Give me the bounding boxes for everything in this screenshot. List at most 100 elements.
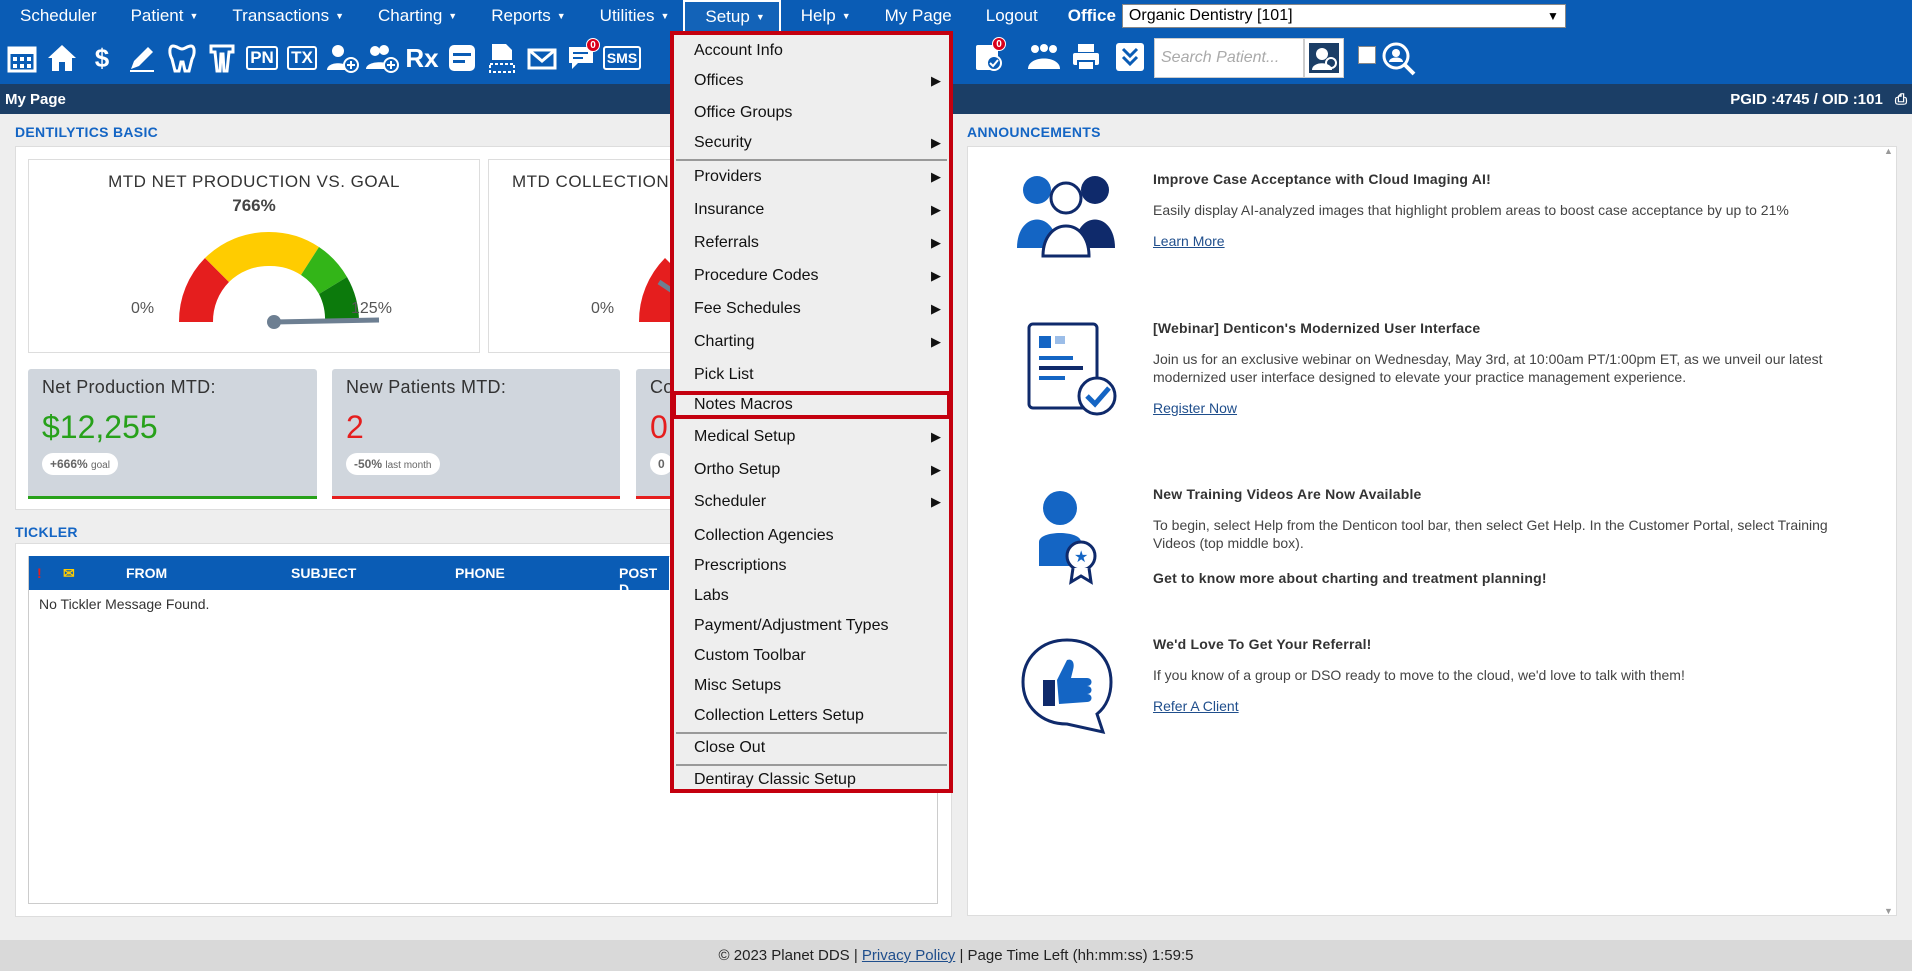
nav-patient[interactable]: Patient ▼ <box>111 0 213 31</box>
register-now-link[interactable]: Register Now <box>1153 400 1237 416</box>
priority-header[interactable]: ! <box>37 565 42 581</box>
post-date-header[interactable]: POST D <box>619 565 669 597</box>
announcements-scrollbar[interactable]: ▲ ▼ <box>1884 146 1896 916</box>
add-patient-icon[interactable] <box>322 36 362 80</box>
search-patient-input[interactable]: Search Patient... <box>1154 38 1304 78</box>
dollar-icon[interactable]: $ <box>82 36 122 80</box>
envelope-icon[interactable]: ✉ <box>63 565 75 582</box>
nav-charting[interactable]: Charting ▼ <box>358 0 471 31</box>
document-check-icon <box>1027 322 1117 416</box>
privacy-policy-link[interactable]: Privacy Policy <box>862 947 955 964</box>
printer-icon[interactable] <box>1066 35 1106 79</box>
menu-item-pick-list[interactable]: Pick List <box>674 361 949 389</box>
nav-transactions[interactable]: Transactions ▼ <box>212 0 358 31</box>
notes-icon[interactable] <box>442 36 482 80</box>
menu-item-charting[interactable]: Charting ▶ <box>674 328 949 356</box>
menu-item-label: Fee Schedules <box>694 300 801 317</box>
menu-item-custom-toolbar[interactable]: Custom Toolbar <box>674 642 949 670</box>
menu-item-account-info[interactable]: Account Info <box>674 37 949 65</box>
submenu-arrow-icon: ▶ <box>931 301 941 316</box>
menu-item-collection-letters-setup[interactable]: Collection Letters Setup <box>674 702 949 730</box>
menu-item-misc-setups[interactable]: Misc Setups <box>674 672 949 700</box>
menu-item-close-out[interactable]: Close Out <box>674 734 949 762</box>
menu-item-label: Account Info <box>694 42 783 59</box>
menu-item-insurance[interactable]: Insurance ▶ <box>674 196 949 224</box>
messages-badge: 0 <box>586 37 600 52</box>
svg-text:★: ★ <box>1074 547 1088 566</box>
search-patient-button[interactable] <box>1304 38 1344 78</box>
menu-item-procedure-codes[interactable]: Procedure Codes ▶ <box>674 262 949 290</box>
menu-item-prescriptions[interactable]: Prescriptions <box>674 552 949 580</box>
tx-icon[interactable]: TX <box>282 36 322 80</box>
menu-item-label: Ortho Setup <box>694 461 781 478</box>
document-icon[interactable] <box>482 36 522 80</box>
nav-scheduler[interactable]: Scheduler <box>0 0 111 31</box>
stat-value: $12,255 <box>42 409 158 445</box>
menu-item-security[interactable]: Security ▶ <box>674 129 949 157</box>
pn-label: PN <box>246 45 278 70</box>
submenu-arrow-icon: ▶ <box>931 235 941 250</box>
envelope-icon[interactable] <box>522 36 562 80</box>
page-title-bar: My Page PGID :4745 / OID :101 ⎙ <box>0 84 1912 114</box>
tooth-roots-icon[interactable] <box>202 36 242 80</box>
menu-item-label: Procedure Codes <box>694 267 819 284</box>
nav-label: Setup <box>705 6 750 26</box>
page-time-left: | Page Time Left (hh:mm:ss) 1:59:5 <box>959 947 1194 964</box>
menu-item-ortho-setup[interactable]: Ortho Setup ▶ <box>674 456 949 484</box>
subject-header[interactable]: SUBJECT <box>291 565 356 581</box>
sms-icon[interactable]: SMS <box>602 36 642 80</box>
messages-icon[interactable]: 0 <box>562 36 602 80</box>
menu-item-label: Medical Setup <box>694 428 796 445</box>
menu-item-scheduler[interactable]: Scheduler ▶ <box>674 488 949 516</box>
pen-icon[interactable] <box>122 36 162 80</box>
add-family-icon[interactable] <box>362 36 402 80</box>
scroll-up-icon[interactable]: ▲ <box>1884 146 1896 156</box>
family-icon[interactable] <box>1024 35 1064 79</box>
nav-logout[interactable]: Logout <box>966 0 1052 31</box>
nav-help[interactable]: Help ▼ <box>781 0 865 31</box>
nav-utilities[interactable]: Utilities ▼ <box>580 0 684 31</box>
footer: © 2023 Planet DDS | Privacy Policy | Pag… <box>0 940 1912 971</box>
rx-icon[interactable]: Rx <box>402 36 442 80</box>
sms-label: SMS <box>602 45 642 70</box>
tooth-icon[interactable] <box>162 36 202 80</box>
nav-setup[interactable]: Setup ▼ <box>683 0 781 31</box>
scroll-down-icon[interactable]: ▼ <box>1884 906 1893 916</box>
office-select[interactable]: Organic Dentistry [101] ▼ <box>1121 3 1566 28</box>
advanced-search-icon[interactable] <box>1378 38 1420 80</box>
tickler-header-row: ! ✉ FROM SUBJECT PHONE POST D <box>29 556 669 597</box>
menu-item-referrals[interactable]: Referrals ▶ <box>674 229 949 257</box>
nav-my-page[interactable]: My Page <box>865 0 966 31</box>
menu-item-label: Scheduler <box>694 493 767 510</box>
rx-label: Rx <box>405 42 439 73</box>
menu-item-medical-setup[interactable]: Medical Setup ▶ <box>674 423 949 451</box>
menu-item-label: Misc Setups <box>694 677 782 694</box>
menu-item-payment-adjustment-types[interactable]: Payment/Adjustment Types <box>674 612 949 640</box>
nav-label: Patient <box>130 5 184 25</box>
menu-item-dentiray-classic-setup[interactable]: Dentiray Classic Setup <box>674 766 949 794</box>
toolbar: $ PN TX Rx 0 SMS <box>0 31 1912 84</box>
phone-header[interactable]: PHONE <box>455 565 505 581</box>
menu-item-office-groups[interactable]: Office Groups <box>674 99 949 127</box>
stat-value: 2 <box>346 409 364 445</box>
refer-a-client-link[interactable]: Refer A Client <box>1153 698 1239 714</box>
pn-icon[interactable]: PN <box>242 36 282 80</box>
dentilytics-section-title: DENTILYTICS BASIC <box>15 124 159 140</box>
announcement-title: We'd Love To Get Your Referral! <box>1153 636 1372 652</box>
menu-item-providers[interactable]: Providers ▶ <box>674 163 949 191</box>
menu-item-labs[interactable]: Labs <box>674 582 949 610</box>
menu-item-collection-agencies[interactable]: Collection Agencies <box>674 522 949 550</box>
announcement-subtitle: Get to know more about charting and trea… <box>1153 570 1547 586</box>
setup-dropdown-menu: Account Info Offices ▶ Office Groups Secu… <box>670 31 953 793</box>
print-icon[interactable]: ⎙ <box>1895 91 1907 108</box>
from-header[interactable]: FROM <box>126 565 167 581</box>
learn-more-link[interactable]: Learn More <box>1153 233 1225 249</box>
menu-item-offices[interactable]: Offices ▶ <box>674 67 949 95</box>
chevron-down-icon[interactable] <box>1110 35 1150 79</box>
nav-reports[interactable]: Reports ▼ <box>471 0 579 31</box>
home-icon[interactable] <box>42 36 82 80</box>
toolbar-checkbox[interactable] <box>1358 46 1376 64</box>
clipboard-list-icon[interactable]: 0 <box>968 35 1008 79</box>
menu-item-fee-schedules[interactable]: Fee Schedules ▶ <box>674 295 949 323</box>
calendar-icon[interactable] <box>2 36 42 80</box>
